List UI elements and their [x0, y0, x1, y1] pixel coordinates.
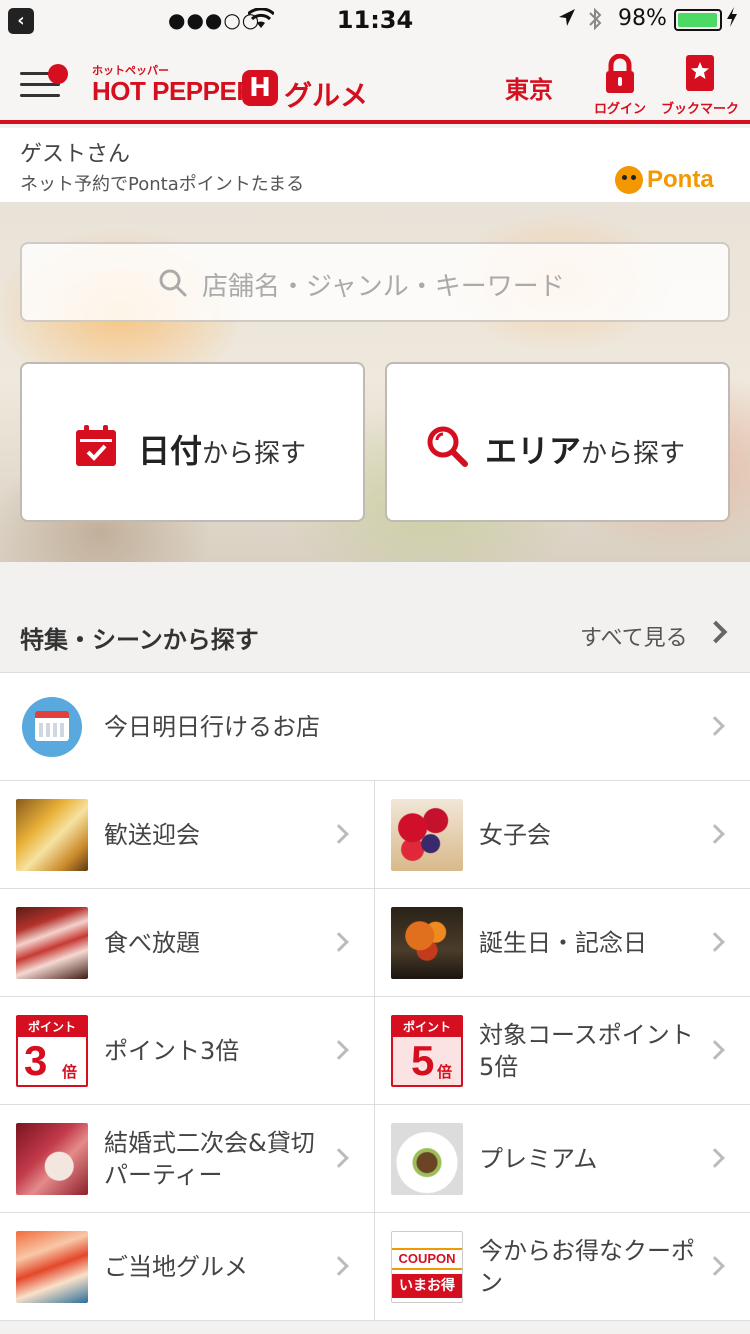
local-food-icon: [16, 1231, 88, 1303]
section-title: 特集・シーンから探す: [20, 626, 259, 654]
status-bar: ‹ ●●●○○ 11:34 98%: [0, 0, 750, 40]
bookmark-book-icon: [683, 54, 717, 94]
battery-icon: [674, 9, 722, 31]
beer-icon: [16, 799, 88, 871]
search-icon: [158, 268, 188, 298]
list-item-label: 結婚式二次会&貸切パーティー: [104, 1129, 315, 1189]
list-item-label: ポイント3倍: [104, 1037, 240, 1065]
list-item[interactable]: ポイント 3 倍 ポイント3倍: [0, 997, 375, 1105]
search-by-area-label: エリアから探す: [485, 432, 686, 470]
list-item-label: 女子会: [479, 821, 551, 849]
chevron-right-icon: [705, 1040, 725, 1060]
logo-gurume-text: グルメ: [284, 79, 369, 112]
list-item[interactable]: ご当地グルメ: [0, 1213, 375, 1321]
feature-list: 今日明日行けるお店 歓送迎会 女子会 食べ放題 誕生日・記念日 ポイント 3 倍…: [0, 672, 750, 1321]
bookmark-button[interactable]: ブックマーク: [660, 54, 740, 117]
guest-name: ゲストさん: [20, 142, 131, 167]
list-item-label: 対象コースポイント5倍: [479, 1021, 694, 1081]
chevron-right-icon: [705, 716, 725, 736]
hot-pepper-logo[interactable]: ホットペッパー HOT PEPPER H グルメ: [92, 62, 382, 112]
list-item-label: 誕生日・記念日: [479, 929, 647, 957]
flower-icon: [391, 907, 463, 979]
app-header: ホットペッパー HOT PEPPER H グルメ 東京 ログイン ブックマーク: [0, 40, 750, 124]
list-item[interactable]: プレミアム: [375, 1105, 750, 1213]
login-button[interactable]: ログイン: [592, 53, 648, 117]
guest-banner[interactable]: ゲストさん ネット予約でPontaポイントたまる Ponta: [0, 128, 750, 202]
list-item-label: 食べ放題: [104, 929, 200, 957]
logo-h-mark: H: [242, 70, 278, 106]
chevron-right-icon: [705, 824, 725, 844]
magnifier-icon: [425, 424, 469, 468]
list-item-label: プレミアム: [479, 1145, 598, 1173]
search-input[interactable]: 店舗名・ジャンル・キーワード: [20, 242, 730, 322]
chevron-right-icon: [705, 932, 725, 952]
search-by-date-label: 日付から探す: [138, 432, 307, 470]
list-item-label: 今からお得なクーポン: [479, 1237, 695, 1297]
ponta-promo-text: ネット予約でPontaポイントたまる: [20, 174, 305, 195]
list-item-today-tomorrow[interactable]: 今日明日行けるお店: [0, 673, 750, 781]
battery-percent: 98%: [618, 6, 667, 31]
ponta-logo-text: Ponta: [647, 166, 714, 193]
login-label: ログイン: [593, 102, 646, 117]
notification-dot: [48, 64, 68, 84]
berry-tart-icon: [391, 799, 463, 871]
chevron-right-icon: [329, 824, 349, 844]
see-all-link[interactable]: すべて見る: [580, 620, 688, 652]
list-item-label: 歓送迎会: [104, 821, 200, 849]
list-item[interactable]: 誕生日・記念日: [375, 889, 750, 997]
list-item[interactable]: 食べ放題: [0, 889, 375, 997]
chevron-right-icon: [329, 1256, 349, 1276]
calendar-icon: [22, 697, 82, 757]
location-arrow-icon: [558, 7, 576, 34]
list-item[interactable]: 歓送迎会: [0, 781, 375, 889]
chevron-right-icon: [705, 1148, 725, 1168]
chevron-right-icon[interactable]: [704, 620, 728, 644]
charging-bolt-icon: [726, 6, 738, 33]
list-item-label: ご当地グルメ: [104, 1253, 248, 1281]
search-placeholder: 店舗名・ジャンル・キーワード: [202, 272, 565, 302]
chevron-right-icon: [329, 1040, 349, 1060]
ponta-logo: Ponta: [615, 166, 735, 196]
bluetooth-icon: [588, 7, 602, 36]
logo-main-text: HOT PEPPER: [92, 76, 255, 106]
bookmark-label: ブックマーク: [660, 102, 739, 117]
hero-search-area: 店舗名・ジャンル・キーワード 日付から探す エリアから探す: [0, 202, 750, 562]
chevron-right-icon: [329, 1148, 349, 1168]
wedding-icon: [16, 1123, 88, 1195]
feature-section-header: 特集・シーンから探す すべて見る: [0, 600, 750, 672]
calendar-check-icon: [74, 424, 118, 468]
point-3x-icon: ポイント 3 倍: [16, 1015, 88, 1087]
meat-icon: [16, 907, 88, 979]
list-item[interactable]: 女子会: [375, 781, 750, 889]
chevron-right-icon: [705, 1256, 725, 1276]
list-item[interactable]: COUPON いまお得 今からお得なクーポン: [375, 1213, 750, 1321]
coupon-icon: COUPON いまお得: [391, 1231, 463, 1303]
ponta-face-icon: [615, 166, 643, 194]
lock-icon: [603, 53, 637, 94]
search-by-date-button[interactable]: 日付から探す: [20, 362, 365, 522]
chevron-right-icon: [329, 932, 349, 952]
premium-icon: [391, 1123, 463, 1195]
list-item-label: 今日明日行けるお店: [104, 713, 320, 741]
point-5x-icon: ポイント 5 倍: [391, 1015, 463, 1087]
list-item[interactable]: 結婚式二次会&貸切パーティー: [0, 1105, 375, 1213]
list-item[interactable]: ポイント 5 倍 対象コースポイント5倍: [375, 997, 750, 1105]
area-selector[interactable]: 東京: [505, 70, 553, 105]
search-by-area-button[interactable]: エリアから探す: [385, 362, 730, 522]
